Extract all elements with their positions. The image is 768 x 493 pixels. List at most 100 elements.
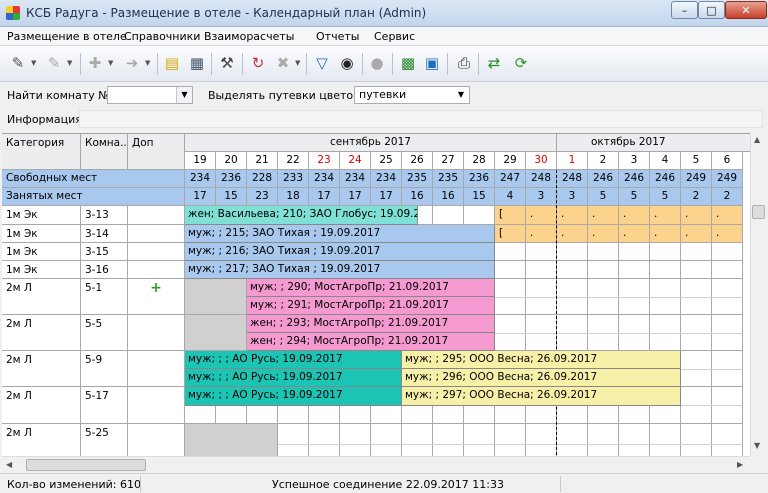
- day-cell[interactable]: [557, 261, 588, 279]
- room-number-cell[interactable]: 3-14: [81, 225, 128, 243]
- day-cell[interactable]: [495, 424, 526, 456]
- room-category-cell[interactable]: 1м Эк: [2, 225, 81, 243]
- checkout-icon[interactable]: ➜: [121, 52, 143, 74]
- add-guest-dropdown-icon[interactable]: ▼: [108, 59, 113, 67]
- day-cell[interactable]: [650, 261, 681, 279]
- room-category-cell[interactable]: 2м Л: [2, 315, 81, 351]
- future-booking-cell[interactable]: .: [557, 206, 588, 225]
- print-icon[interactable]: ⎙: [453, 52, 475, 74]
- day-cell[interactable]: [557, 243, 588, 261]
- future-booking-cell[interactable]: .: [712, 225, 743, 243]
- scroll-left-icon[interactable]: ◀: [6, 460, 12, 469]
- room-category-cell[interactable]: 1м Эк: [2, 261, 81, 279]
- future-booking-cell[interactable]: .: [526, 225, 557, 243]
- booking-bar[interactable]: муж; ; ; АО Русь; 19.09.2017: [185, 351, 402, 369]
- booking-bar[interactable]: муж; ; 290; МостАгроПр; 21.09.2017: [247, 279, 495, 297]
- day-cell[interactable]: [650, 424, 681, 456]
- room-extra-cell[interactable]: [128, 261, 185, 279]
- room-number-cell[interactable]: 3-16: [81, 261, 128, 279]
- day-cell[interactable]: [712, 424, 743, 456]
- future-booking-cell[interactable]: [: [495, 206, 526, 225]
- day-cell[interactable]: [464, 206, 495, 225]
- scroll-up-icon[interactable]: ▲: [754, 135, 760, 144]
- close-button[interactable]: ✕: [725, 1, 767, 19]
- room-category-cell[interactable]: 1м Эк: [2, 206, 81, 225]
- future-booking-cell[interactable]: .: [712, 206, 743, 225]
- menu-reports[interactable]: Отчеты: [316, 30, 359, 43]
- day-cell[interactable]: [278, 424, 309, 456]
- future-booking-cell[interactable]: .: [557, 225, 588, 243]
- room-category-cell[interactable]: 1м Эк: [2, 243, 81, 261]
- room-number-cell[interactable]: 3-15: [81, 243, 128, 261]
- menu-hotel-placement[interactable]: Размещение в отеле: [7, 30, 127, 43]
- booking-bar[interactable]: муж; ; 215; ЗАО Тихая ; 19.09.2017: [185, 225, 495, 243]
- room-category-cell[interactable]: 2м Л: [2, 279, 81, 315]
- room-extra-cell[interactable]: +: [128, 279, 185, 315]
- booking-bar[interactable]: муж; ; 295; ООО Весна; 26.09.2017: [402, 351, 681, 369]
- future-booking-cell[interactable]: .: [588, 225, 619, 243]
- day-cell[interactable]: [526, 243, 557, 261]
- horizontal-scroll-thumb[interactable]: [26, 459, 146, 471]
- day-cell[interactable]: [681, 424, 712, 456]
- booking-bar[interactable]: муж; ; 216; ЗАО Тихая ; 19.09.2017: [185, 243, 495, 261]
- day-cell[interactable]: [681, 261, 712, 279]
- document-icon[interactable]: ▤: [161, 52, 183, 74]
- scroll-right-icon[interactable]: ▶: [737, 460, 743, 469]
- day-cell[interactable]: [464, 424, 495, 456]
- booking-bar[interactable]: жен; ; 294; МостАгроПр; 21.09.2017: [247, 333, 495, 351]
- room-number-cell[interactable]: 5-5: [81, 315, 128, 351]
- reload-icon[interactable]: ⟳: [510, 52, 532, 74]
- col-header-category[interactable]: Категория: [2, 134, 81, 170]
- booking-bar[interactable]: муж; ; ; АО Русь; 19.09.2017: [185, 387, 402, 406]
- chevron-down-icon[interactable]: ▼: [453, 87, 469, 103]
- booking-bar[interactable]: муж; ; 217; ЗАО Тихая ; 19.09.2017: [185, 261, 495, 279]
- future-booking-cell[interactable]: .: [619, 206, 650, 225]
- scroll-down-icon[interactable]: ▼: [754, 441, 760, 450]
- lightbulb-icon[interactable]: ●: [366, 52, 388, 74]
- room-plan-icon[interactable]: ▩: [397, 52, 419, 74]
- day-cell[interactable]: [557, 424, 588, 456]
- day-cell[interactable]: [619, 261, 650, 279]
- menu-settlements[interactable]: Взаиморасчеты: [204, 30, 294, 43]
- future-booking-cell[interactable]: .: [619, 225, 650, 243]
- minimize-button[interactable]: –: [671, 1, 698, 19]
- day-cell[interactable]: [619, 243, 650, 261]
- future-booking-cell[interactable]: .: [650, 206, 681, 225]
- refresh-cycle-icon[interactable]: ↻: [247, 52, 269, 74]
- clear-filter-icon[interactable]: ✖: [272, 52, 294, 74]
- future-booking-cell[interactable]: .: [650, 225, 681, 243]
- room-extra-cell[interactable]: [128, 206, 185, 225]
- day-cell[interactable]: [340, 424, 371, 456]
- day-cell[interactable]: [712, 243, 743, 261]
- vertical-scroll-thumb[interactable]: [752, 205, 765, 219]
- room-number-cell[interactable]: 3-13: [81, 206, 128, 225]
- day-cell[interactable]: [526, 261, 557, 279]
- room-category-cell[interactable]: 2м Л: [2, 387, 81, 424]
- preview-icon[interactable]: ▣: [421, 52, 443, 74]
- room-extra-cell[interactable]: [128, 424, 185, 456]
- booking-bar[interactable]: муж; ; 296; ООО Весна; 26.09.2017: [402, 369, 681, 387]
- future-booking-cell[interactable]: .: [681, 225, 712, 243]
- clear-filter-dropdown-icon[interactable]: ▼: [295, 59, 300, 67]
- filter-icon[interactable]: ▽: [311, 52, 333, 74]
- booking-bar[interactable]: жен; Васильева; 210; ЗАО Глобус; 19.09.2: [185, 206, 418, 225]
- booking-bar[interactable]: муж; ; ; АО Русь; 19.09.2017: [185, 369, 402, 387]
- day-cell[interactable]: [433, 424, 464, 456]
- new-booking-icon[interactable]: ✎: [7, 52, 29, 74]
- room-extra-cell[interactable]: [128, 387, 185, 424]
- room-extra-cell[interactable]: [128, 243, 185, 261]
- future-booking-cell[interactable]: .: [681, 206, 712, 225]
- booking-bar[interactable]: муж; ; 297; ООО Весна; 26.09.2017: [402, 387, 681, 406]
- menu-service[interactable]: Сервис: [374, 30, 415, 43]
- vertical-scrollbar[interactable]: ▲ ▼: [750, 133, 766, 456]
- checkout-dropdown-icon[interactable]: ▼: [145, 59, 150, 67]
- room-extra-cell[interactable]: [128, 315, 185, 351]
- day-cell[interactable]: [495, 261, 526, 279]
- day-cell[interactable]: [681, 243, 712, 261]
- add-guest-icon[interactable]: ✚: [84, 52, 106, 74]
- day-cell[interactable]: [495, 243, 526, 261]
- report-icon[interactable]: ▦: [186, 52, 208, 74]
- booking-bar[interactable]: жен; ; 293; МостАгроПр; 21.09.2017: [247, 315, 495, 333]
- future-booking-cell[interactable]: [: [495, 225, 526, 243]
- room-number-cell[interactable]: 5-1: [81, 279, 128, 315]
